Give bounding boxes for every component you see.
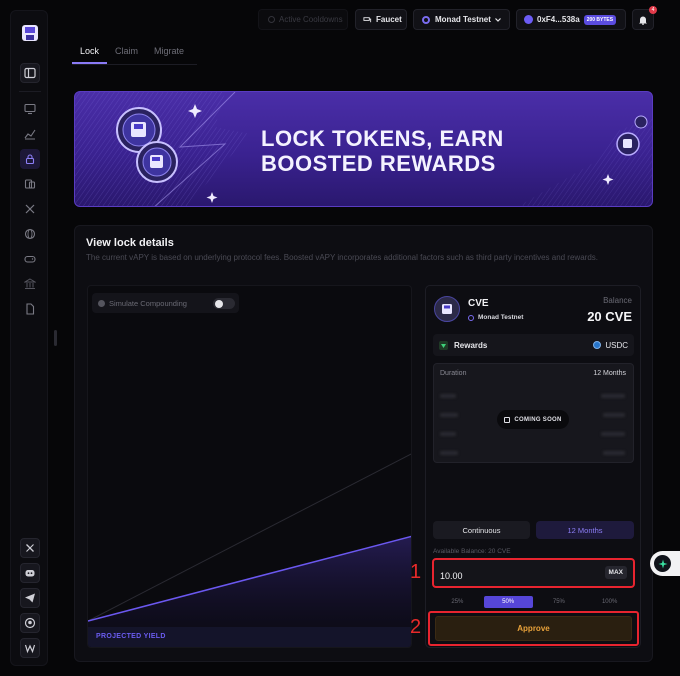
blurred-option [440, 413, 458, 417]
sidebar-toggle-icon[interactable] [20, 63, 40, 83]
token-symbol: CVE [468, 298, 489, 309]
percent-25-button[interactable]: 25% [433, 596, 482, 608]
lock-icon [504, 416, 511, 423]
notification-count-badge: 4 [649, 6, 657, 14]
promo-banner: LOCK TOKENS, EARN BOOSTED REWARDS [74, 91, 653, 207]
panel-description: The current vAPY is based on underlying … [86, 253, 598, 262]
assistant-fab[interactable] [650, 551, 680, 576]
annotation-marker-1: 1 [410, 561, 422, 583]
simulate-compounding-toggle[interactable] [213, 298, 235, 309]
globe-icon[interactable] [20, 224, 40, 244]
telegram-icon[interactable] [20, 588, 40, 608]
wallet-avatar-icon [524, 15, 533, 24]
faucet-icon [363, 17, 372, 23]
active-cooldowns-button[interactable]: Active Cooldowns [258, 9, 348, 30]
panel-title: View lock details [86, 237, 174, 249]
blurred-option [440, 394, 456, 398]
rewards-label: Rewards [454, 340, 488, 350]
amount-input-box: MAX [432, 558, 635, 588]
x-twitter-icon[interactable] [20, 538, 40, 558]
toggle-knob [215, 299, 223, 308]
blurred-option [601, 394, 625, 398]
faucet-label: Faucet [376, 15, 402, 24]
sparkle-icon [654, 555, 671, 572]
tab-lock[interactable]: Lock [72, 44, 108, 64]
banner-title: LOCK TOKENS, EARN BOOSTED REWARDS [261, 126, 504, 176]
available-balance: Available Balance: 20 CVE [433, 548, 511, 555]
blurred-option [440, 432, 456, 436]
tab-claim[interactable]: Claim [107, 44, 146, 64]
yield-graph [88, 453, 411, 629]
monitor-icon[interactable] [20, 99, 40, 119]
twelve-months-button[interactable]: 12 Months [536, 521, 634, 539]
simulate-compounding-control: Simulate Compounding [92, 293, 239, 313]
percent-50-button[interactable]: 50% [483, 596, 533, 608]
max-button[interactable]: MAX [604, 566, 627, 579]
lock-icon[interactable] [20, 149, 40, 169]
blurred-option [601, 432, 625, 436]
rewards-gem-icon [439, 340, 448, 350]
annotation-marker-2: 2 [410, 616, 422, 638]
wallet-address: 0xF4...538a [537, 15, 580, 24]
chevron-down-icon [495, 18, 501, 22]
blurred-option [603, 413, 625, 417]
monad-network-icon [422, 15, 430, 24]
balance-label: Balance [603, 296, 632, 305]
tab-migrate[interactable]: Migrate [146, 44, 192, 64]
rewards-token: USDC [593, 341, 628, 350]
percent-100-button[interactable]: 100% [585, 596, 634, 608]
sidebar [10, 10, 48, 666]
bytes-badge: 200 BYTES [583, 14, 617, 25]
document-icon[interactable] [20, 299, 40, 319]
network-label: Monad Testnet [435, 15, 491, 24]
wiki-icon[interactable] [20, 638, 40, 658]
blurred-option [603, 451, 625, 455]
balance-value: 20 CVE [587, 309, 632, 324]
rewards-token-label: USDC [605, 340, 628, 350]
projected-yield-label: PROJECTED YIELD [88, 627, 411, 647]
duration-value: 12 Months [593, 370, 626, 377]
percent-selector: 25% 50% 75% 100% [433, 596, 634, 608]
token-network: Monad Testnet [468, 314, 523, 321]
blurred-option [440, 451, 458, 455]
continuous-button[interactable]: Continuous [433, 521, 530, 539]
app-logo-icon[interactable] [20, 23, 40, 43]
network-selector[interactable]: Monad Testnet [413, 9, 510, 30]
info-icon [98, 299, 105, 307]
monad-network-icon [468, 314, 474, 321]
duration-selector: Duration 12 Months COMING SOON [433, 363, 634, 463]
discord-icon[interactable] [20, 563, 40, 583]
bank-icon[interactable] [20, 274, 40, 294]
faucet-button[interactable]: Faucet [355, 9, 407, 30]
cve-token-icon [434, 296, 460, 322]
bell-icon [639, 16, 647, 25]
rewards-row[interactable]: Rewards USDC [433, 334, 634, 356]
github-icon[interactable] [20, 613, 40, 633]
duration-label: Duration [440, 370, 467, 377]
wallet-button[interactable]: 0xF4...538a 200 BYTES [516, 9, 626, 30]
coming-soon-label: COMING SOON [514, 416, 562, 423]
coming-soon-badge: COMING SOON [497, 410, 569, 429]
approve-button[interactable]: Approve [435, 616, 632, 641]
chart-icon[interactable] [20, 124, 40, 144]
lock-form-card: CVE Monad Testnet Balance 20 CVE Rewards… [425, 285, 641, 648]
lock-tabs: Lock Claim Migrate [72, 44, 197, 65]
sidebar-divider [19, 91, 41, 92]
projected-yield-chart: Simulate Compounding PROJECTED YIELD [87, 285, 412, 648]
cooldown-dot-icon [268, 16, 275, 23]
tools-icon[interactable] [20, 199, 40, 219]
sidebar-resize-handle[interactable] [54, 330, 57, 346]
token-network-label: Monad Testnet [478, 314, 524, 321]
amount-input[interactable] [440, 570, 590, 582]
percent-75-button[interactable]: 75% [535, 596, 584, 608]
gamepad-icon[interactable] [20, 249, 40, 269]
coins-icon[interactable] [20, 174, 40, 194]
active-cooldowns-label: Active Cooldowns [279, 15, 343, 24]
simulate-compounding-label: Simulate Compounding [109, 298, 187, 308]
usdc-icon [593, 341, 602, 349]
approve-highlight-box: Approve [428, 611, 639, 646]
lock-details-panel: View lock details The current vAPY is ba… [74, 225, 653, 662]
